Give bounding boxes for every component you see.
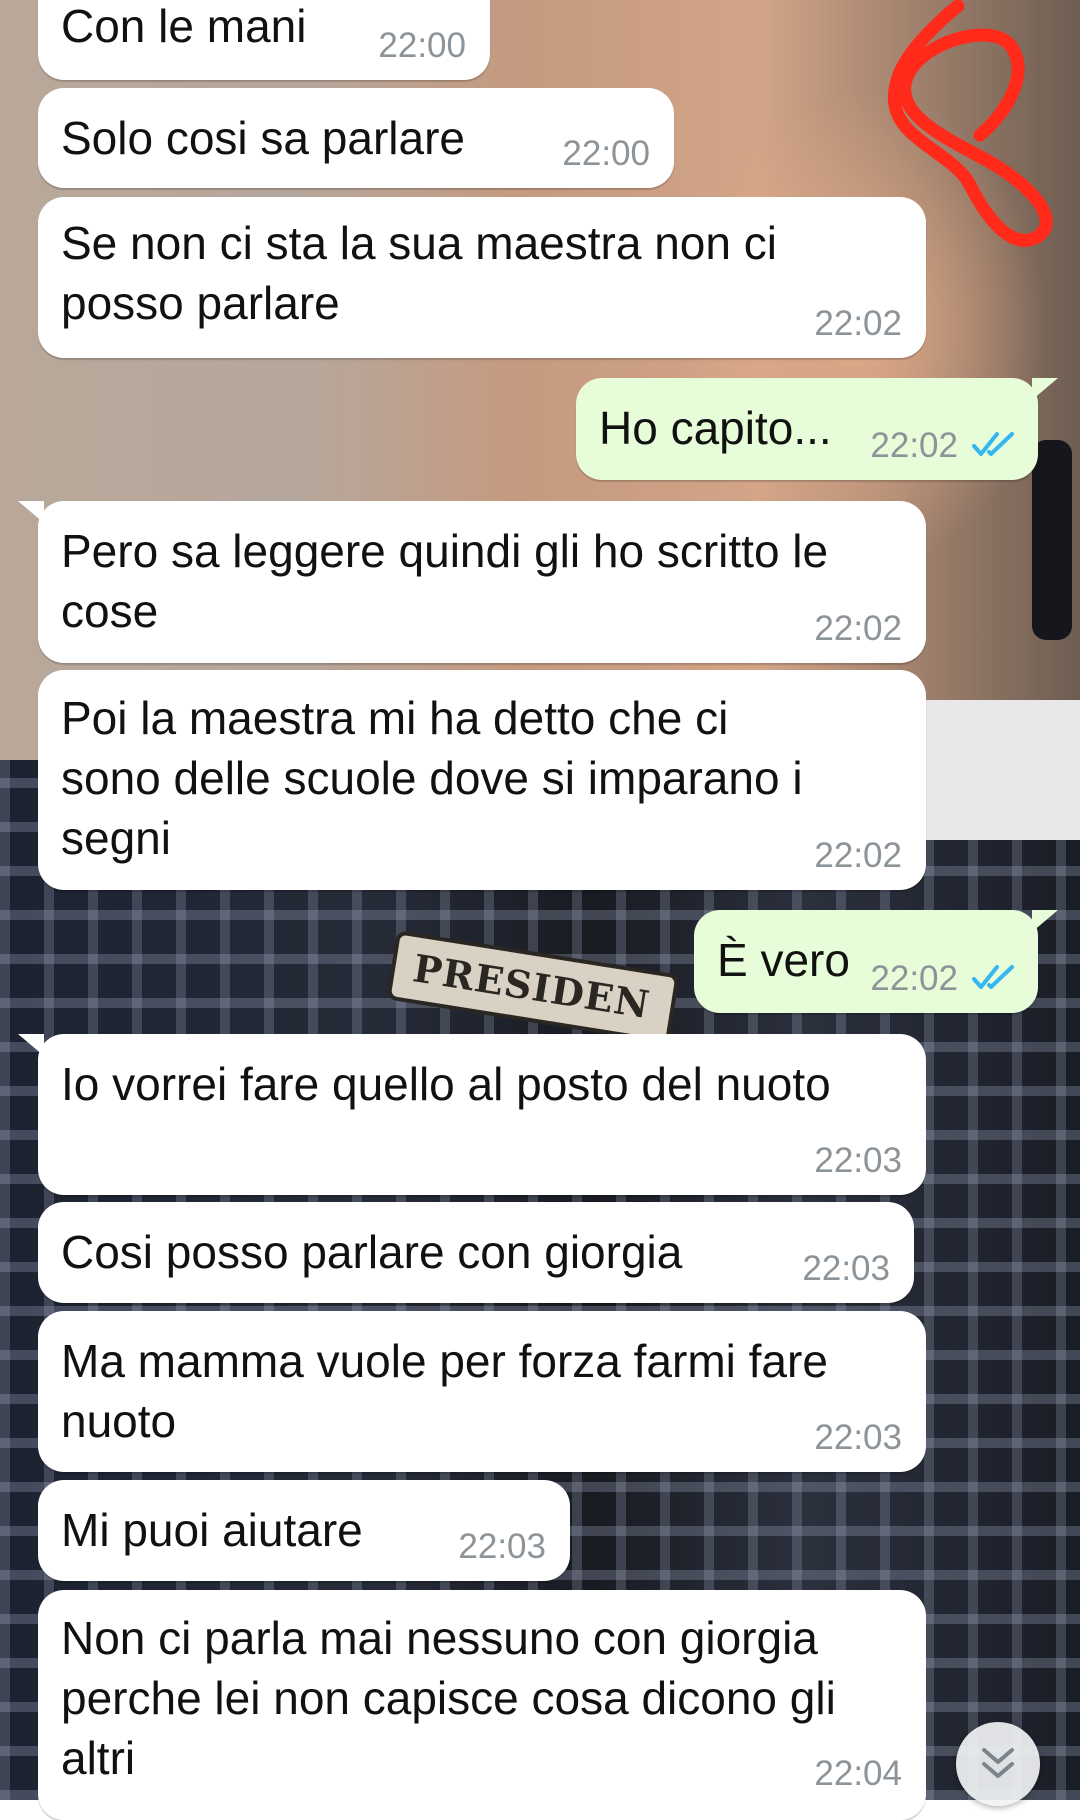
message-time: 22:00 bbox=[378, 26, 466, 65]
message-time: 22:04 bbox=[814, 1754, 902, 1793]
message-time: 22:03 bbox=[802, 1249, 890, 1288]
message-time: 22:02 bbox=[814, 609, 902, 648]
message-text: Se non ci sta la sua maestra non ci bbox=[61, 217, 777, 269]
message-text: È vero bbox=[717, 934, 850, 986]
read-double-tick-icon bbox=[972, 965, 1014, 989]
message-bubble-outgoing[interactable]: È vero 22:02 bbox=[694, 910, 1058, 1013]
message-bubble-incoming[interactable]: Con le mani 22:00 bbox=[38, 0, 490, 80]
message-text: perche lei non capisce cosa dicono gli bbox=[61, 1672, 836, 1724]
message-bubble-outgoing[interactable]: Ho capito... 22:02 bbox=[576, 378, 1058, 480]
message-time: 22:02 bbox=[870, 959, 958, 998]
message-text: Cosi posso parlare con giorgia bbox=[61, 1226, 683, 1278]
message-bubble-incoming[interactable]: Mi puoi aiutare 22:03 bbox=[38, 1480, 570, 1581]
message-text: sono delle scuole dove si imparano i bbox=[61, 752, 803, 804]
message-text: Ho capito... bbox=[599, 402, 832, 454]
message-time: 22:02 bbox=[870, 426, 958, 465]
message-text: Io vorrei fare quello al posto del nuoto bbox=[61, 1058, 831, 1110]
scroll-to-bottom-button[interactable] bbox=[956, 1722, 1040, 1806]
message-bubble-incoming[interactable]: Poi la maestra mi ha detto che ci sono d… bbox=[38, 670, 926, 890]
message-text: Poi la maestra mi ha detto che ci bbox=[61, 692, 729, 744]
double-chevron-down-icon bbox=[982, 1748, 1014, 1778]
message-time: 22:03 bbox=[814, 1141, 902, 1180]
message-time: 22:02 bbox=[814, 304, 902, 343]
message-bubble-incoming[interactable]: Non ci parla mai nessuno con giorgia per… bbox=[38, 1590, 926, 1820]
message-bubble-incoming[interactable]: Cosi posso parlare con giorgia 22:03 bbox=[38, 1202, 914, 1303]
message-text: Non ci parla mai nessuno con giorgia bbox=[61, 1612, 818, 1664]
message-text: altri bbox=[61, 1732, 136, 1784]
message-bubble-incoming[interactable]: Ma mamma vuole per forza farmi fare nuot… bbox=[38, 1311, 926, 1472]
message-bubble-incoming[interactable]: Io vorrei fare quello al posto del nuoto… bbox=[18, 1034, 926, 1195]
message-text: Solo cosi sa parlare bbox=[61, 112, 465, 164]
message-text: nuoto bbox=[61, 1395, 177, 1447]
message-text: Mi puoi aiutare bbox=[61, 1504, 363, 1556]
message-text: segni bbox=[61, 812, 171, 864]
message-text: posso parlare bbox=[61, 277, 340, 329]
message-text: Ma mamma vuole per forza farmi fare bbox=[61, 1335, 828, 1387]
message-text: Pero sa leggere quindi gli ho scritto le bbox=[61, 525, 829, 577]
message-list[interactable]: Con le mani 22:00 Solo cosi sa parlare 2… bbox=[0, 0, 1080, 1820]
message-text: cose bbox=[61, 585, 159, 637]
message-bubble-incoming[interactable]: Solo cosi sa parlare 22:00 bbox=[38, 88, 674, 188]
message-text: Con le mani bbox=[61, 0, 307, 52]
read-double-tick-icon bbox=[972, 432, 1014, 456]
message-time: 22:00 bbox=[562, 134, 650, 173]
message-time: 22:03 bbox=[458, 1527, 546, 1566]
message-bubble-incoming[interactable]: Se non ci sta la sua maestra non ci poss… bbox=[38, 197, 926, 358]
message-bubble-incoming[interactable]: Pero sa leggere quindi gli ho scritto le… bbox=[18, 501, 926, 663]
message-time: 22:02 bbox=[814, 836, 902, 875]
message-time: 22:03 bbox=[814, 1418, 902, 1457]
